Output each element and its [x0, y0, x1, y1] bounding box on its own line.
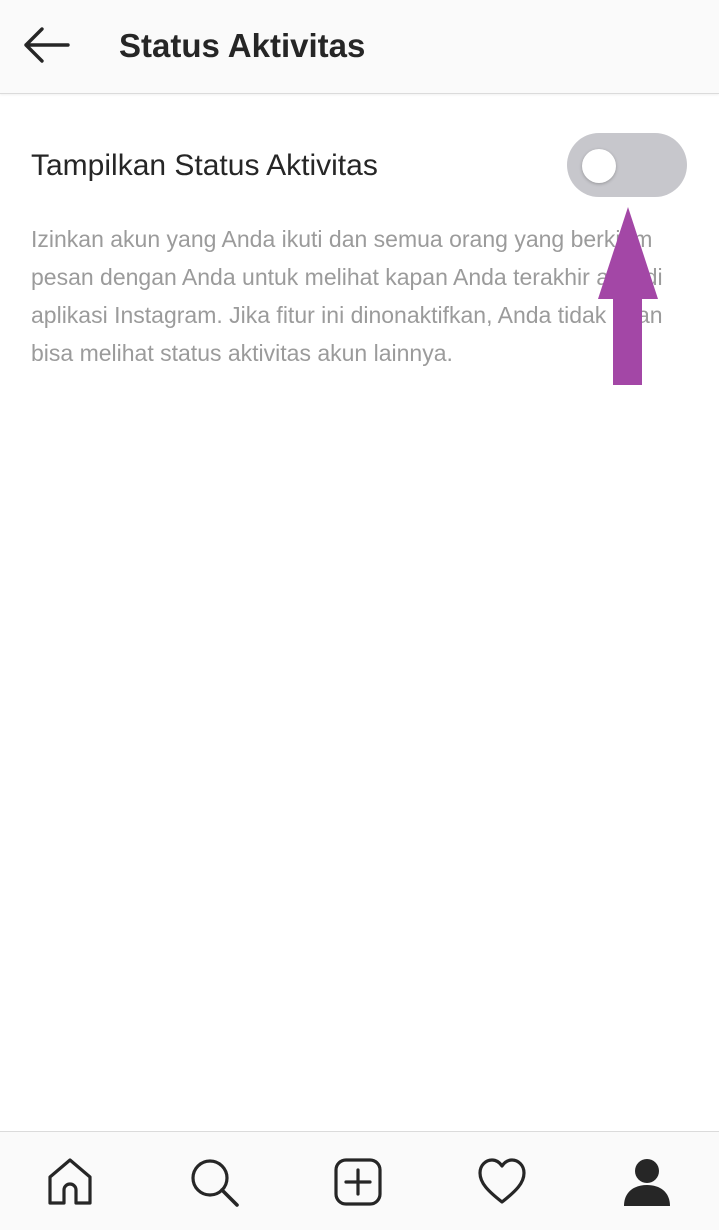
nav-home[interactable] — [42, 1154, 98, 1210]
back-button[interactable] — [14, 14, 78, 76]
arrow-left-icon — [24, 27, 70, 63]
activity-status-description: Izinkan akun yang Anda ikuti dan semua o… — [31, 226, 663, 366]
activity-status-label: Tampilkan Status Aktivitas — [31, 149, 378, 182]
heart-icon — [478, 1158, 526, 1204]
search-icon — [191, 1159, 239, 1207]
profile-icon — [624, 1159, 670, 1206]
page-title: Status Aktivitas — [119, 27, 366, 64]
nav-profile[interactable] — [619, 1154, 675, 1210]
nav-search[interactable] — [186, 1154, 242, 1210]
toggle-knob — [582, 149, 616, 183]
annotation-arrow-icon — [598, 207, 658, 385]
nav-add-post[interactable] — [330, 1154, 386, 1210]
add-post-icon — [334, 1158, 382, 1206]
bottom-navigation — [0, 1131, 719, 1230]
home-icon — [48, 1158, 92, 1205]
nav-activity[interactable] — [474, 1154, 530, 1210]
activity-status-toggle[interactable] — [567, 133, 687, 197]
top-bar: Status Aktivitas — [0, 0, 719, 94]
